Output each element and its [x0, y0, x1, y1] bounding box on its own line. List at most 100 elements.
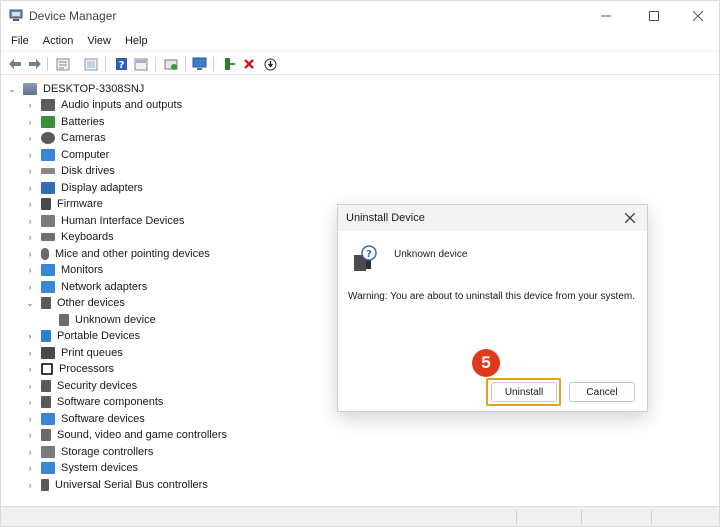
- scan-hardware-icon[interactable]: [83, 56, 99, 72]
- toolbar-separator: [185, 57, 186, 71]
- step-number-badge: 5: [472, 349, 500, 377]
- tree-item[interactable]: › Security devices: [25, 378, 137, 394]
- chevron-right-icon[interactable]: ›: [25, 430, 35, 440]
- tree-item[interactable]: › Display adapters: [25, 180, 143, 196]
- tree-item[interactable]: › Cameras: [25, 130, 106, 146]
- chevron-right-icon[interactable]: ›: [25, 150, 35, 160]
- tree-item-unknown-device[interactable]: Unknown device: [59, 312, 156, 328]
- chevron-right-icon[interactable]: ›: [25, 166, 35, 176]
- keyboard-icon: [41, 233, 55, 241]
- chevron-down-icon[interactable]: ⌄: [7, 84, 17, 95]
- tree-item[interactable]: › Software devices: [25, 411, 145, 427]
- tree-item[interactable]: › Sound, video and game controllers: [25, 427, 227, 443]
- chevron-right-icon[interactable]: ›: [25, 331, 35, 341]
- enable-device-icon[interactable]: [221, 56, 237, 72]
- tree-item[interactable]: › Audio inputs and outputs: [25, 97, 182, 113]
- menu-help[interactable]: Help: [125, 35, 148, 47]
- tree-item[interactable]: › Keyboards: [25, 229, 114, 245]
- unknown-device-icon: ?: [352, 245, 378, 273]
- tree-item[interactable]: › Batteries: [25, 114, 104, 130]
- tree-item[interactable]: › Software components: [25, 394, 163, 410]
- chevron-right-icon[interactable]: ›: [25, 463, 35, 473]
- close-button[interactable]: [681, 5, 715, 27]
- computer-icon: [23, 83, 37, 95]
- status-bar: [1, 506, 719, 526]
- processor-icon: [41, 363, 53, 375]
- tree-item[interactable]: › Human Interface Devices: [25, 213, 185, 229]
- disk-drive-icon: [41, 168, 55, 174]
- minimize-button[interactable]: [589, 5, 623, 27]
- speaker-icon: [41, 99, 55, 111]
- menu-view[interactable]: View: [87, 35, 111, 47]
- software-component-icon: [41, 396, 51, 408]
- tree-item[interactable]: › Portable Devices: [25, 328, 140, 344]
- usb-icon: [41, 478, 49, 491]
- tree-item[interactable]: › Disk drives: [25, 163, 115, 179]
- chevron-right-icon[interactable]: ›: [25, 100, 35, 110]
- chevron-right-icon[interactable]: ›: [25, 183, 35, 193]
- tree-item[interactable]: › Universal Serial Bus controllers: [25, 477, 208, 493]
- network-adapter-icon: [41, 280, 55, 293]
- menu-file[interactable]: File: [11, 35, 29, 47]
- chevron-right-icon[interactable]: ›: [25, 364, 35, 374]
- chevron-right-icon[interactable]: ›: [25, 348, 35, 358]
- tree-item[interactable]: › Monitors: [25, 262, 103, 278]
- status-divider: [516, 510, 517, 524]
- chevron-right-icon[interactable]: ›: [25, 199, 35, 209]
- chevron-right-icon[interactable]: ›: [25, 232, 35, 242]
- menu-action[interactable]: Action: [43, 35, 74, 47]
- chevron-right-icon[interactable]: ›: [25, 282, 35, 292]
- tree-item[interactable]: › Computer: [25, 147, 109, 163]
- update-driver-icon[interactable]: [163, 56, 179, 72]
- download-icon[interactable]: [262, 56, 278, 72]
- chevron-right-icon[interactable]: ›: [25, 133, 35, 143]
- security-device-icon: [41, 379, 51, 392]
- tree-item[interactable]: › Mice and other pointing devices: [25, 246, 210, 262]
- tree-item[interactable]: › Processors: [25, 361, 114, 377]
- tree-item[interactable]: › Print queues: [25, 345, 123, 361]
- toolbar-separator: [213, 57, 214, 71]
- tree-item-expanded[interactable]: ⌄ Other devices: [25, 295, 125, 311]
- uninstall-device-dialog: Uninstall Device ? Unknown device Warnin…: [337, 204, 648, 412]
- chevron-right-icon[interactable]: ›: [25, 117, 35, 127]
- toolbar-separator: [47, 57, 48, 71]
- portable-device-icon: [41, 330, 51, 342]
- chevron-right-icon[interactable]: ›: [25, 480, 35, 490]
- storage-controller-icon: [41, 445, 55, 458]
- uninstall-button[interactable]: Uninstall: [491, 382, 557, 402]
- chevron-right-icon[interactable]: ›: [25, 216, 35, 226]
- minimize-icon: [601, 9, 611, 24]
- maximize-button[interactable]: [637, 5, 671, 27]
- uninstall-device-x-icon[interactable]: [241, 56, 257, 72]
- toolbar: ?: [1, 51, 719, 75]
- properties-icon[interactable]: [55, 56, 71, 72]
- chevron-down-icon[interactable]: ⌄: [25, 298, 35, 309]
- chevron-right-icon[interactable]: ›: [25, 249, 35, 259]
- dialog-warning-text: Warning: You are about to uninstall this…: [348, 291, 635, 302]
- chevron-right-icon[interactable]: ›: [25, 265, 35, 275]
- tree-root[interactable]: ⌄ DESKTOP-3308SNJ: [7, 81, 144, 97]
- monitor-icon[interactable]: [191, 56, 207, 72]
- forward-arrow-icon[interactable]: [27, 56, 43, 72]
- tree-item[interactable]: › Network adapters: [25, 279, 147, 295]
- chevron-right-icon[interactable]: ›: [25, 397, 35, 407]
- help-icon[interactable]: ?: [113, 56, 129, 72]
- software-device-icon: [41, 412, 55, 425]
- window-title: Device Manager: [29, 9, 117, 23]
- svg-text:?: ?: [366, 249, 372, 260]
- dialog-body: ? Unknown device Warning: You are about …: [338, 231, 647, 411]
- close-icon: [692, 9, 704, 24]
- view-icon[interactable]: [133, 56, 149, 72]
- chevron-right-icon[interactable]: ›: [25, 447, 35, 457]
- dialog-close-button[interactable]: [621, 209, 639, 227]
- chevron-right-icon[interactable]: ›: [25, 414, 35, 424]
- dialog-title: Uninstall Device: [346, 212, 425, 224]
- tree-item[interactable]: › Storage controllers: [25, 444, 153, 460]
- cancel-button[interactable]: Cancel: [569, 382, 635, 402]
- back-arrow-icon[interactable]: [7, 56, 23, 72]
- tree-item[interactable]: › Firmware: [25, 196, 103, 212]
- tree-item[interactable]: › System devices: [25, 460, 138, 476]
- camera-icon: [41, 132, 55, 144]
- sound-controller-icon: [41, 429, 51, 441]
- chevron-right-icon[interactable]: ›: [25, 381, 35, 391]
